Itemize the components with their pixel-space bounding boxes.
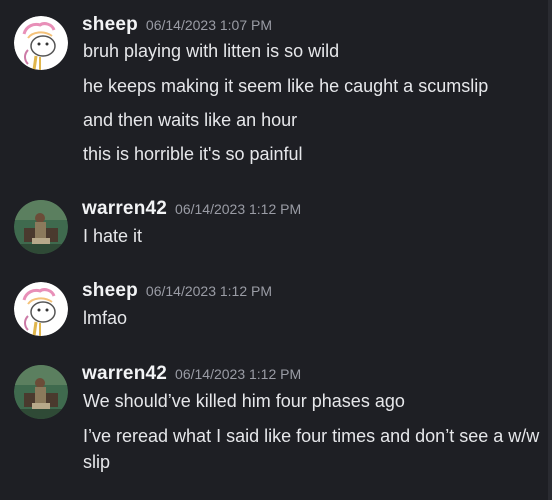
message-group: warren42 06/14/2023 1:12 PM I hate it [0, 198, 552, 258]
message-text: I hate it [83, 226, 143, 246]
message-group: sheep 06/14/2023 1:12 PM lmfao [0, 280, 552, 340]
message-text: I’ve reread what I said like four times … [83, 426, 540, 472]
message-text: he keeps making it seem like he caught a… [83, 76, 489, 96]
username[interactable]: sheep [82, 280, 138, 301]
scrollbar[interactable] [548, 0, 552, 500]
chat-log: sheep 06/14/2023 1:07 PM bruh playing wit… [0, 0, 552, 500]
sheep-avatar-icon[interactable] [14, 16, 68, 70]
message-text: bruh playing with litten is so wild [83, 41, 340, 61]
timestamp: 06/14/2023 1:12 PM [175, 366, 302, 382]
message-header: sheep 06/14/2023 1:12 PM [82, 280, 272, 304]
username[interactable]: warren42 [82, 363, 167, 384]
message-text: We should’ve killed him four phases ago [83, 391, 405, 411]
message-text: and then waits like an hour [83, 110, 298, 130]
photo-avatar-icon[interactable] [14, 200, 68, 254]
username[interactable]: warren42 [82, 198, 167, 219]
message-text: this is horrible it's so painful [83, 144, 303, 164]
message-header: warren42 06/14/2023 1:12 PM [82, 198, 301, 222]
timestamp: 06/14/2023 1:12 PM [145, 283, 273, 299]
timestamp: 06/14/2023 1:12 PM [175, 201, 302, 217]
message-text: lmfao [83, 308, 128, 328]
photo-avatar-icon[interactable] [14, 365, 68, 419]
message-group: warren42 06/14/2023 1:12 PM We should’ve … [0, 363, 552, 483]
username[interactable]: sheep [82, 14, 138, 35]
message-header: warren42 06/14/2023 1:12 PM [82, 363, 301, 387]
message-header: sheep 06/14/2023 1:07 PM [82, 14, 272, 38]
timestamp: 06/14/2023 1:07 PM [145, 17, 273, 33]
message-group: sheep 06/14/2023 1:07 PM bruh playing wit… [0, 14, 552, 174]
sheep-avatar-icon[interactable] [14, 282, 68, 336]
